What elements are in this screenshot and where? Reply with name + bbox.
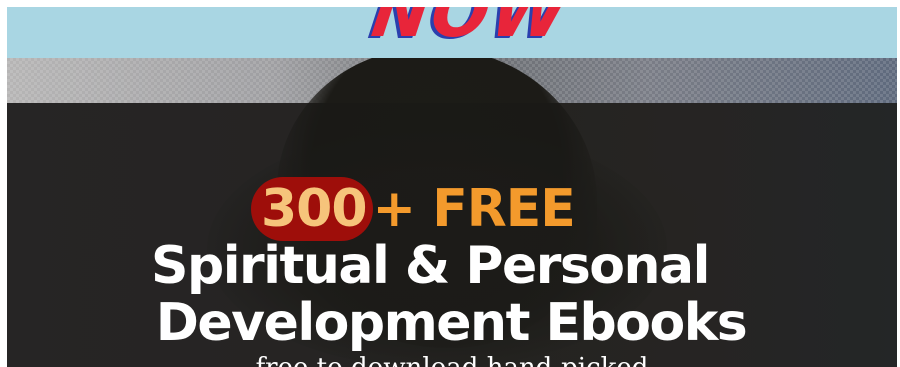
hero-subline: free to download hand-picked [7, 355, 897, 367]
banner-word: NOW [367, 7, 575, 54]
headline-line-2: Spiritual & Personal [151, 236, 710, 296]
count-badge: 300 [251, 177, 373, 241]
free-label: + FREE [372, 179, 576, 239]
top-banner: NOW [7, 7, 897, 58]
headline-line-3: Development Ebooks [155, 293, 748, 353]
page-frame: NOW 300 + FREE Spiritual & Personal Devel… [7, 0, 897, 367]
